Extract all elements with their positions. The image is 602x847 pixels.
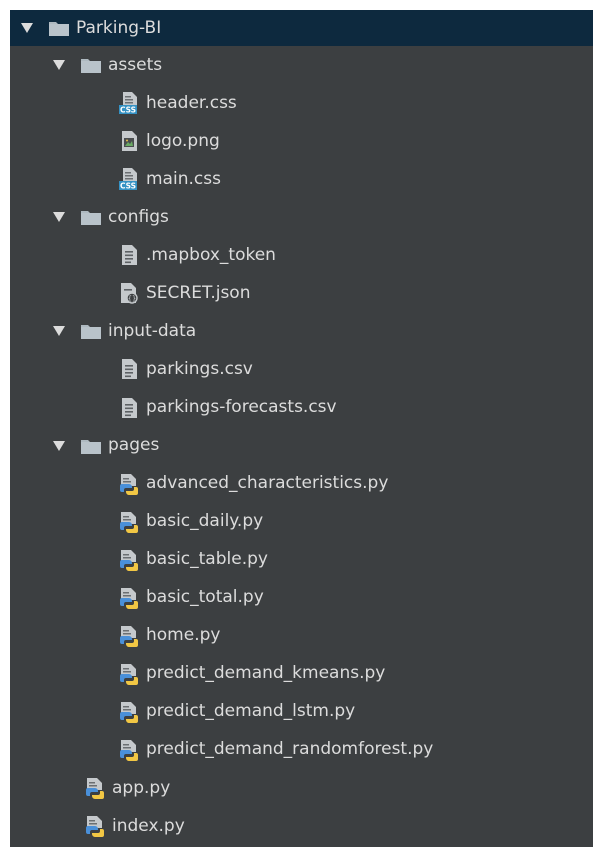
tree-folder-assets[interactable]: assets [10,46,593,84]
tree-file[interactable]: predict_demand_randomforest.py [10,731,593,769]
tree-file[interactable]: index.py [10,807,593,845]
file-label: home.py [146,625,221,646]
file-label: basic_total.py [146,587,264,608]
arrow-down-icon[interactable] [50,322,68,340]
folder-icon [80,320,102,342]
tree-file[interactable]: predict_demand_lstm.py [10,693,593,731]
folder-icon [48,17,70,39]
file-label: predict_demand_kmeans.py [146,663,386,684]
tree-file[interactable]: basic_table.py [10,541,593,579]
python-file-icon [118,549,140,571]
file-label: advanced_characteristics.py [146,473,389,494]
python-file-icon [118,511,140,533]
svg-text:{}: {} [128,295,136,303]
tree-file[interactable]: parkings.csv [10,350,593,388]
file-label: header.css [146,92,237,113]
tree-file[interactable]: {} SECRET.json [10,274,593,312]
tree-file[interactable]: CSS main.css [10,160,593,198]
file-label: parkings.csv [146,358,253,379]
arrow-down-icon[interactable] [50,56,68,74]
folder-icon [80,54,102,76]
tree-folder-pages[interactable]: pages [10,427,593,465]
folder-icon [80,435,102,457]
file-label: predict_demand_randomforest.py [146,739,434,760]
css-file-icon: CSS [118,92,140,115]
file-label: predict_demand_lstm.py [146,701,356,722]
folder-label: configs [108,206,169,227]
json-file-icon: {} [118,282,140,305]
tree-file[interactable]: .mapbox_token [10,236,593,274]
tree-file[interactable]: logo.png [10,122,593,160]
tree-file[interactable]: basic_total.py [10,579,593,617]
tree-file[interactable]: app.py [10,769,593,807]
file-label: basic_table.py [146,549,268,570]
project-tree: Parking-BI assets CSS header.css logo.png CSS… [10,10,593,847]
folder-icon [80,206,102,228]
file-label: app.py [112,777,171,798]
folder-label: input-data [108,320,197,341]
python-file-icon [84,815,106,838]
image-file-icon [118,130,140,152]
tree-folder-input-data[interactable]: input-data [10,312,593,350]
arrow-down-icon[interactable] [18,19,36,37]
text-file-icon [118,244,140,266]
root-folder-label: Parking-BI [76,17,162,38]
tree-root-parking-bi[interactable]: Parking-BI [10,10,593,46]
tree-file[interactable]: basic_daily.py [10,503,593,541]
folder-label: pages [108,435,160,456]
python-file-icon [118,739,140,761]
file-label: basic_daily.py [146,511,264,532]
python-file-icon [118,625,140,647]
tree-file[interactable]: home.py [10,617,593,655]
file-label: index.py [112,815,185,836]
python-file-icon [118,663,140,685]
tree-file[interactable]: predict_demand_kmeans.py [10,655,593,693]
css-file-icon: CSS [118,168,140,191]
text-file-icon [118,358,140,380]
tree-file[interactable]: CSS header.css [10,84,593,122]
file-label: .mapbox_token [146,244,276,265]
file-label: SECRET.json [146,282,251,303]
python-file-icon [118,701,140,723]
python-file-icon [118,473,140,495]
python-file-icon [84,777,106,799]
tree-file[interactable]: parkings-forecasts.csv [10,389,593,427]
file-label: main.css [146,168,221,189]
folder-label: assets [108,54,163,75]
text-file-icon [118,397,140,419]
svg-text:CSS: CSS [120,182,136,191]
tree-folder-configs[interactable]: configs [10,198,593,236]
file-label: parkings-forecasts.csv [146,397,337,417]
python-file-icon [118,587,140,609]
arrow-down-icon[interactable] [50,437,68,455]
tree-file[interactable]: advanced_characteristics.py [10,465,593,503]
arrow-down-icon[interactable] [50,208,68,226]
file-label: logo.png [146,130,220,151]
svg-text:CSS: CSS [120,106,136,115]
